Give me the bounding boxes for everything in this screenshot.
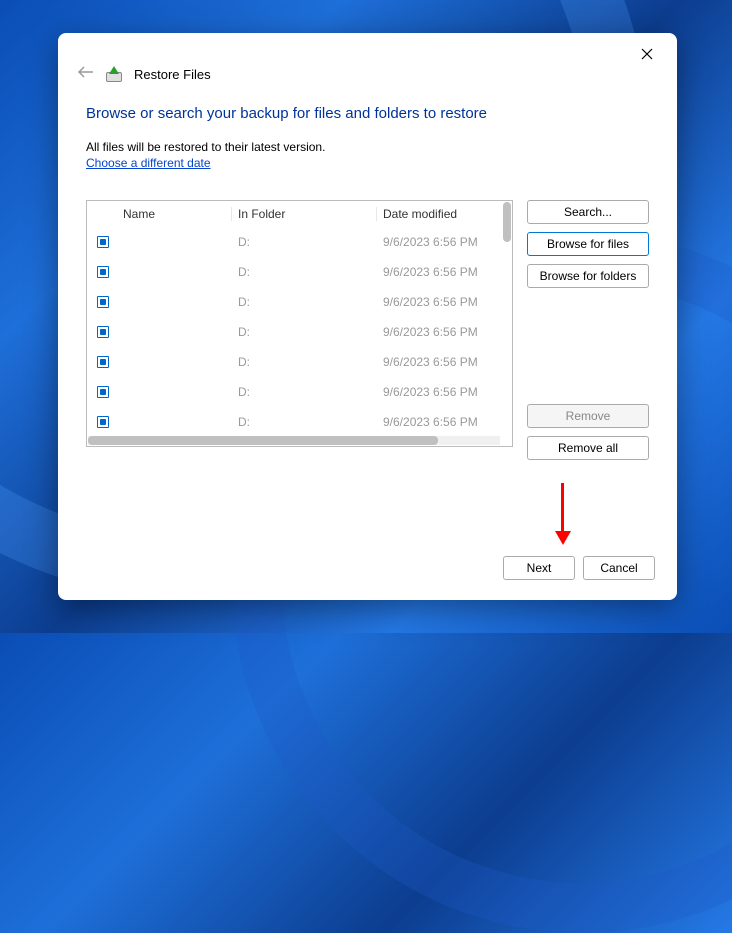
page-heading: Browse or search your backup for files a…: [86, 105, 649, 122]
close-button[interactable]: [631, 41, 663, 67]
choose-date-link[interactable]: Choose a different date: [86, 156, 649, 170]
list-header: Name In Folder Date modified: [87, 201, 512, 227]
column-name[interactable]: Name: [119, 207, 232, 221]
restore-files-dialog: Restore Files Browse or search your back…: [58, 33, 677, 600]
main-area: Name In Folder Date modified D: 9/6/2023…: [86, 200, 649, 460]
list-body: D: 9/6/2023 6:56 PM D: 9/6/2023 6:56 PM …: [87, 227, 512, 446]
table-row[interactable]: D: 9/6/2023 6:56 PM: [87, 257, 512, 287]
file-list[interactable]: Name In Folder Date modified D: 9/6/2023…: [86, 200, 513, 447]
restore-icon: [106, 66, 124, 82]
table-row[interactable]: D: 9/6/2023 6:56 PM: [87, 227, 512, 257]
side-buttons: Search... Browse for files Browse for fo…: [527, 200, 649, 460]
browse-files-button[interactable]: Browse for files: [527, 232, 649, 256]
horizontal-scrollbar[interactable]: [88, 436, 500, 445]
version-note: All files will be restored to their late…: [86, 140, 649, 154]
back-arrow-icon: [78, 66, 94, 78]
browse-folders-button[interactable]: Browse for folders: [527, 264, 649, 288]
table-row[interactable]: D: 9/6/2023 6:56 PM: [87, 347, 512, 377]
close-icon: [641, 48, 653, 60]
next-button[interactable]: Next: [503, 556, 575, 580]
column-folder[interactable]: In Folder: [232, 207, 377, 221]
file-icon: [97, 386, 109, 398]
file-icon: [97, 236, 109, 248]
file-icon: [97, 266, 109, 278]
file-icon: [97, 416, 109, 428]
footer: Next Cancel: [58, 542, 677, 600]
table-row[interactable]: D: 9/6/2023 6:56 PM: [87, 287, 512, 317]
vertical-scrollbar[interactable]: [503, 202, 511, 242]
file-icon: [97, 356, 109, 368]
file-icon: [97, 296, 109, 308]
remove-button[interactable]: Remove: [527, 404, 649, 428]
header-row: Restore Files: [58, 65, 677, 83]
remove-all-button[interactable]: Remove all: [527, 436, 649, 460]
back-button[interactable]: [76, 65, 96, 83]
column-date[interactable]: Date modified: [377, 207, 512, 221]
window-title: Restore Files: [134, 67, 211, 82]
search-button[interactable]: Search...: [527, 200, 649, 224]
table-row[interactable]: D: 9/6/2023 6:56 PM: [87, 407, 512, 437]
content-area: Browse or search your backup for files a…: [58, 105, 677, 542]
file-icon: [97, 326, 109, 338]
table-row[interactable]: D: 9/6/2023 6:56 PM: [87, 317, 512, 347]
cancel-button[interactable]: Cancel: [583, 556, 655, 580]
table-row[interactable]: D: 9/6/2023 6:56 PM: [87, 377, 512, 407]
